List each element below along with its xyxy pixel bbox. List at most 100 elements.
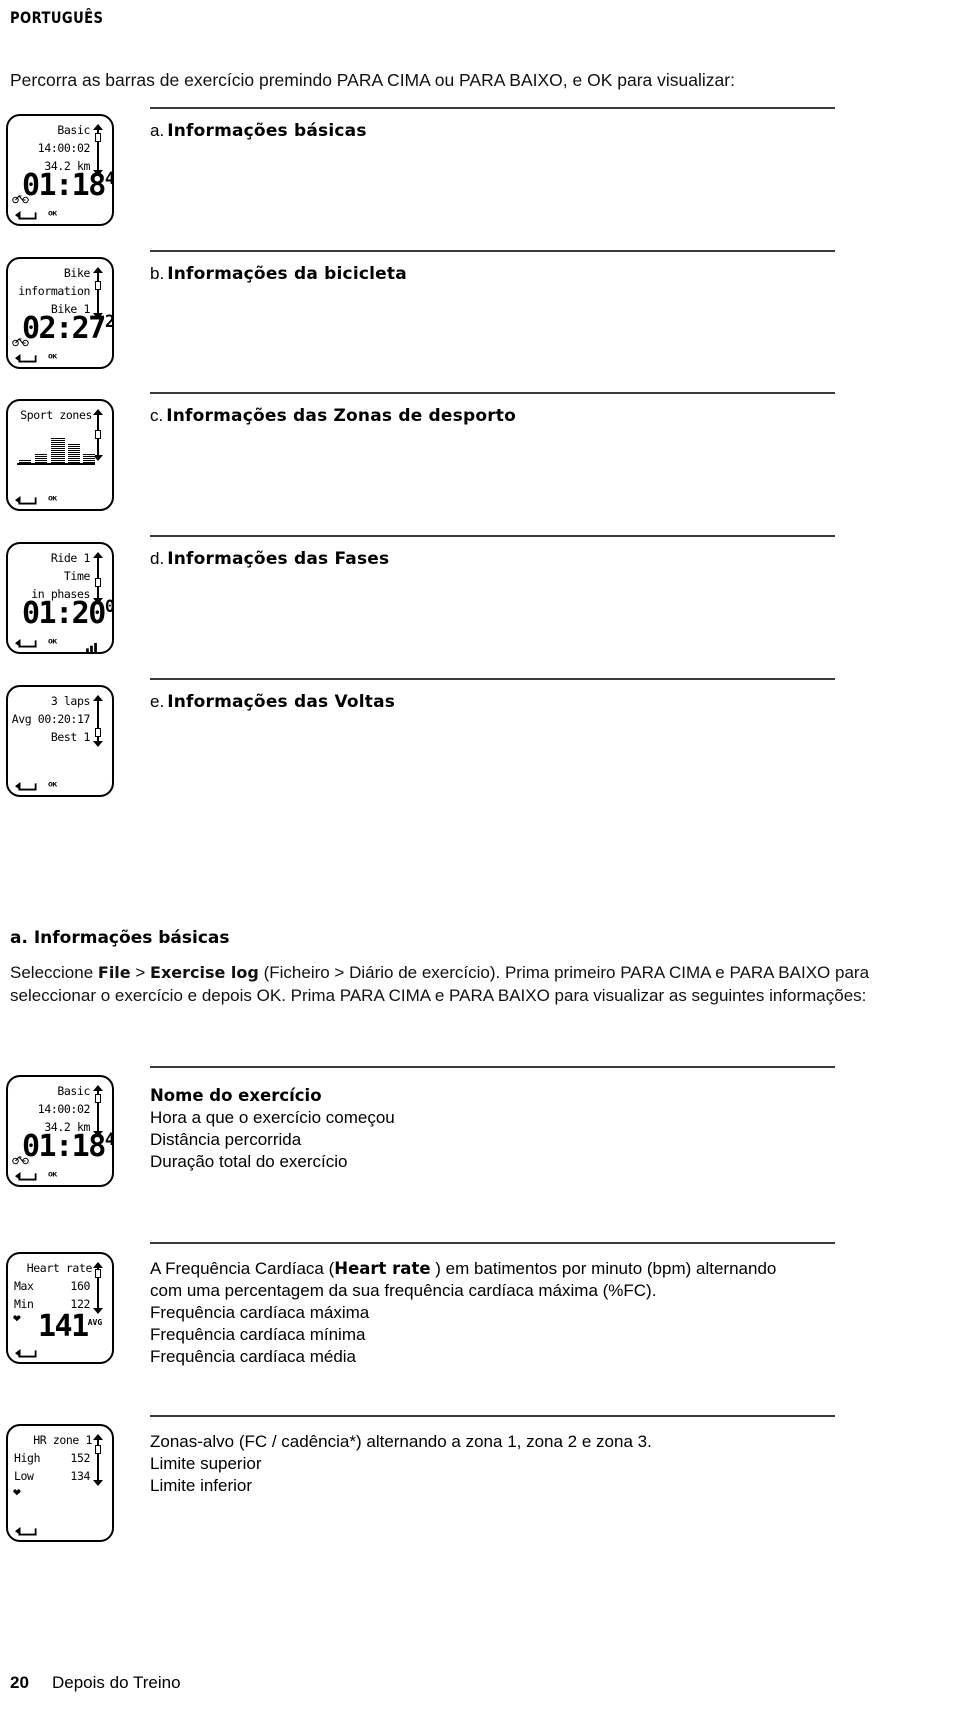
lead-post: ) em batimentos por minuto (bpm) alterna…: [430, 1259, 777, 1278]
back-arrow-icon: [14, 207, 38, 220]
zone-bar: [68, 443, 80, 463]
ok-button-label: OK: [48, 209, 57, 218]
section-title: Informações das Fases: [167, 549, 390, 569]
bar-chart-icon: [86, 637, 97, 652]
section-title: Informações da bicicleta: [167, 264, 407, 284]
lcd-row-value: 152: [70, 1451, 90, 1465]
ok-button-label: OK: [48, 1170, 57, 1179]
lcd-row-label: Min: [14, 1297, 34, 1311]
lcd-big-value: 141: [38, 1309, 89, 1344]
section-divider: [150, 1242, 835, 1244]
lcd-big-seconds: 44: [104, 1130, 114, 1150]
scroll-thumb: [95, 1445, 101, 1454]
lcd-line-best: Best 1: [50, 730, 91, 744]
section-letter: b.: [150, 264, 165, 283]
lcd-line-title: Heart rate: [26, 1261, 93, 1275]
lcd-line-time: 14:00:02: [37, 141, 91, 155]
lcd-line-title: Bike: [63, 266, 91, 280]
lcd-line-title: HR zone 1: [33, 1433, 92, 1447]
lcd-line-avg: Avg 00:20:17: [11, 712, 91, 726]
lcd-scrollbar: [93, 1262, 103, 1314]
lcd-scrollbar: [93, 1434, 103, 1486]
footer-chapter: Depois do Treino: [52, 1673, 181, 1692]
section-letter: c.: [150, 406, 164, 425]
lcd-line-title: Ride 1: [50, 551, 91, 565]
section-divider: [150, 678, 835, 680]
ok-button-label: OK: [48, 637, 57, 646]
section-divider: [150, 1066, 835, 1068]
bicycle-icon: [12, 189, 29, 204]
lcd-row-label: Max: [14, 1279, 34, 1293]
footer-page-number: 20: [10, 1673, 29, 1692]
lcd-big-duration: 01:2000: [22, 596, 114, 631]
detail-subheading: a. Informações básicas: [10, 928, 230, 948]
scroll-down-arrow-icon: [93, 1480, 103, 1486]
def-item: Frequência cardíaca mínima: [150, 1325, 366, 1344]
def-item: Distância percorrida: [150, 1130, 302, 1149]
lcd-line-time: 14:00:02: [37, 1102, 91, 1116]
scroll-thumb: [95, 1094, 101, 1103]
lcd-big-value: 01:20: [22, 596, 106, 631]
detail-subheading-letter: a.: [10, 928, 28, 948]
scroll-thumb: [95, 430, 101, 439]
lcd-display-basic: Basic 14:00:02 34.2 km 01:1844 OK: [6, 114, 114, 226]
back-arrow-icon: [14, 492, 38, 505]
lcd-display-basic-detail: Basic 14:00:02 34.2 km 01:1844 OK: [6, 1075, 114, 1187]
lcd-big-seconds: 00: [104, 597, 114, 617]
lead-pre: A Frequência Cardíaca (: [150, 1259, 335, 1278]
scroll-thumb: [95, 578, 101, 587]
def-item: Frequência cardíaca máxima: [150, 1303, 370, 1322]
lcd-big-duration: 02:2720: [22, 311, 114, 346]
def-title: Nome do exercício: [150, 1086, 322, 1105]
section-divider: [150, 107, 835, 109]
lcd-big-value: 01:18: [22, 168, 106, 203]
zone-bar: [51, 436, 65, 463]
lcd-display-sportzones: Sport zones OK: [6, 399, 114, 511]
def-item: Frequência cardíaca média: [150, 1347, 357, 1366]
back-arrow-icon: [14, 635, 38, 648]
section-title: Informações básicas: [167, 121, 367, 141]
back-arrow-icon: [14, 350, 38, 363]
zone-bar: [83, 454, 95, 463]
scroll-thumb: [95, 728, 101, 737]
keyword-file: File: [97, 963, 131, 982]
def-item: Limite superior: [150, 1454, 262, 1473]
lcd-display-bike: Bike information Bike 1 02:2720 OK: [6, 257, 114, 369]
lcd-row-label: Low: [14, 1469, 34, 1483]
lcd-line-subtitle: Time: [63, 569, 91, 583]
lcd-display-laps: 3 laps Avg 00:20:17 Best 1 OK: [6, 685, 114, 797]
section-title: Informações das Voltas: [167, 692, 396, 712]
section-label-laps: e. Informações das Voltas: [150, 692, 395, 712]
section-divider: [150, 392, 835, 394]
section-label-basic: a. Informações básicas: [150, 121, 367, 141]
lcd-big-seconds: 20: [104, 312, 114, 332]
lcd-line-title: Basic: [57, 123, 90, 137]
back-arrow-icon: [14, 778, 38, 791]
lcd-big-duration: 01:1844: [22, 168, 114, 203]
def-lead-line2: com uma percentagem da sua frequência ca…: [150, 1281, 657, 1300]
para-post: (Ficheiro > Diário de exercício). Prima …: [258, 963, 831, 982]
sport-zones-bar-chart: [17, 431, 95, 465]
back-arrow-icon: [14, 1345, 38, 1358]
para-mid: >: [130, 963, 151, 982]
keyword-heart-rate: Heart rate: [334, 1259, 431, 1278]
lcd-avg-tag: AVG: [87, 1318, 103, 1327]
scroll-thumb: [95, 1269, 101, 1278]
scroll-thumb: [95, 281, 101, 290]
lcd-row-value: 160: [70, 1279, 90, 1293]
lcd-big-value: 02:27: [22, 311, 106, 346]
section-title: Informações das Zonas de desporto: [166, 406, 516, 426]
section-label-sportzones: c. Informações das Zonas de desporto: [150, 406, 516, 426]
lcd-line-title: Sport zones: [20, 408, 92, 422]
lcd-line-laps-count: 3 laps: [50, 694, 91, 708]
lcd-display-phases: Ride 1 Time in phases 01:2000 OK: [6, 542, 114, 654]
lcd-row-high: High 152: [14, 1451, 90, 1465]
lcd-scrollbar: [93, 695, 103, 747]
back-arrow-icon: [14, 1168, 38, 1181]
section-divider: [150, 535, 835, 537]
lcd-big-seconds: 44: [104, 169, 114, 189]
lcd-row-value: 134: [70, 1469, 90, 1483]
def-item: Limite inferior: [150, 1476, 253, 1495]
ok-button-label: OK: [48, 352, 57, 361]
intro-paragraph: Percorra as barras de exercício premindo…: [10, 70, 735, 90]
